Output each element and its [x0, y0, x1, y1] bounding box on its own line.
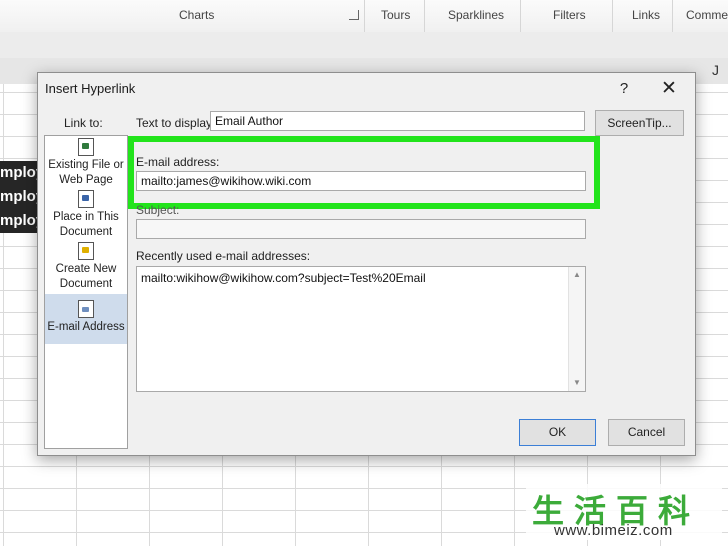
ribbon-group-filters[interactable]: Filters — [553, 8, 586, 22]
text-to-display-input[interactable] — [210, 111, 585, 131]
ribbon-separator — [520, 0, 521, 32]
link-to-item-label: Create New Document — [55, 263, 117, 290]
link-to-pane: Existing File or Web Page Place in This … — [44, 135, 128, 449]
formula-bar-area — [0, 32, 728, 59]
ribbon-group-charts[interactable]: Charts — [179, 8, 214, 22]
insert-hyperlink-dialog: Insert Hyperlink ? ✕ Link to: Existing F… — [37, 72, 696, 456]
ribbon-group-sparklines[interactable]: Sparklines — [448, 8, 504, 22]
subject-label: Subject: — [136, 203, 180, 217]
recent-emails-list[interactable]: mailto:wikihow@wikihow.com?subject=Test%… — [136, 266, 586, 392]
screentip-button[interactable]: ScreenTip... — [595, 110, 684, 136]
link-to-place-in-document[interactable]: Place in This Document — [45, 190, 127, 242]
cell-employee[interactable]: mploy — [0, 161, 40, 185]
ribbon-separator — [424, 0, 425, 32]
cell-employee[interactable]: mploy — [0, 209, 40, 233]
new-document-icon — [78, 242, 94, 260]
ok-button[interactable]: OK — [519, 419, 596, 446]
email-address-icon — [78, 300, 94, 318]
subject-input[interactable] — [136, 219, 586, 239]
ribbon-separator — [612, 0, 613, 32]
email-address-label: E-mail address: — [136, 155, 220, 169]
link-to-item-label: Existing File or Web Page — [48, 159, 124, 186]
link-to-item-label: E-mail Address — [47, 321, 125, 333]
close-icon[interactable]: ✕ — [658, 79, 680, 99]
email-address-input[interactable] — [136, 171, 586, 191]
link-to-existing-file[interactable]: Existing File or Web Page — [45, 138, 127, 190]
recent-email-item[interactable]: mailto:wikihow@wikihow.com?subject=Test%… — [141, 271, 426, 285]
recent-emails-scrollbar[interactable]: ▲ ▼ — [568, 267, 585, 391]
place-in-document-icon — [78, 190, 94, 208]
column-header-j[interactable]: J — [712, 62, 719, 78]
excel-ribbon: Charts . Tours Sparklines Filters Links … — [0, 0, 728, 33]
ribbon-separator — [364, 0, 365, 32]
existing-file-icon — [78, 138, 94, 156]
ribbon-group-links[interactable]: Links — [632, 8, 660, 22]
watermark-url: www.bimeiz.com — [554, 522, 673, 539]
text-to-display-label: Text to display: — [136, 116, 216, 130]
ribbon-group-comments[interactable]: Commen — [686, 8, 728, 22]
charts-dialog-launcher-icon[interactable]: . — [349, 10, 359, 20]
help-icon[interactable]: ? — [614, 79, 634, 99]
link-to-email-address[interactable]: E-mail Address — [45, 294, 127, 344]
link-to-label: Link to: — [64, 116, 103, 130]
recent-emails-label: Recently used e-mail addresses: — [136, 249, 311, 263]
link-to-item-label: Place in This Document — [53, 211, 119, 238]
scroll-up-icon[interactable]: ▲ — [569, 268, 585, 282]
ribbon-separator — [672, 0, 673, 32]
cell-employee[interactable]: mploy — [0, 185, 40, 209]
ribbon-group-tours[interactable]: Tours — [381, 8, 410, 22]
scroll-down-icon[interactable]: ▼ — [569, 376, 585, 390]
cancel-button[interactable]: Cancel — [608, 419, 685, 446]
site-watermark: 生活百科 www.bimeiz.com — [526, 484, 722, 540]
link-to-new-document[interactable]: Create New Document — [45, 242, 127, 294]
dialog-title: Insert Hyperlink — [45, 81, 136, 96]
